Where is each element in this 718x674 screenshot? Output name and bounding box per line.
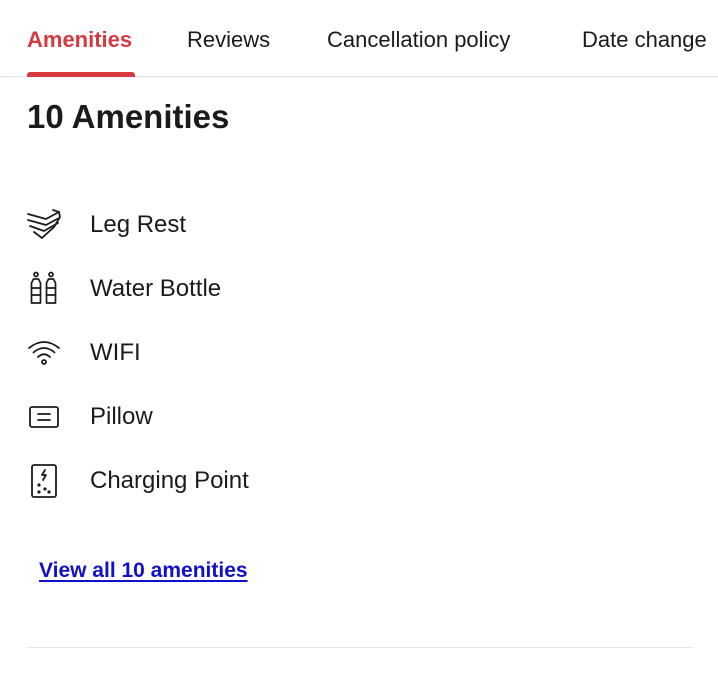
tab-bar: Amenities Reviews Cancellation policy Da… <box>0 0 718 77</box>
view-all-amenities-link[interactable]: View all 10 amenities <box>39 556 248 586</box>
section-divider <box>27 647 693 648</box>
amenity-item-pillow: Pillow <box>24 397 424 437</box>
active-tab-indicator <box>27 72 135 77</box>
amenity-label: Charging Point <box>90 467 249 494</box>
charging-point-icon <box>24 463 64 499</box>
wifi-icon <box>24 335 64 371</box>
amenity-item-charging-point: Charging Point <box>24 461 424 501</box>
tab-cancellation-policy[interactable]: Cancellation policy <box>327 24 510 56</box>
water-bottle-icon <box>24 271 64 307</box>
amenity-label: WIFI <box>90 339 141 366</box>
amenity-label: Pillow <box>90 403 153 430</box>
amenity-item-wifi: WIFI <box>24 333 424 373</box>
amenity-label: Leg Rest <box>90 211 187 238</box>
tab-reviews[interactable]: Reviews <box>187 24 270 56</box>
tab-date-change[interactable]: Date change <box>582 24 707 56</box>
tab-amenities[interactable]: Amenities <box>27 24 132 56</box>
leg-rest-icon <box>24 207 64 243</box>
pillow-icon <box>24 399 64 435</box>
amenities-title: 10 Amenities <box>27 98 230 135</box>
amenity-item-water-bottle: Water Bottle <box>24 269 424 309</box>
amenity-item-leg-rest: Leg Rest <box>24 205 424 245</box>
amenity-label: Water Bottle <box>90 275 222 302</box>
